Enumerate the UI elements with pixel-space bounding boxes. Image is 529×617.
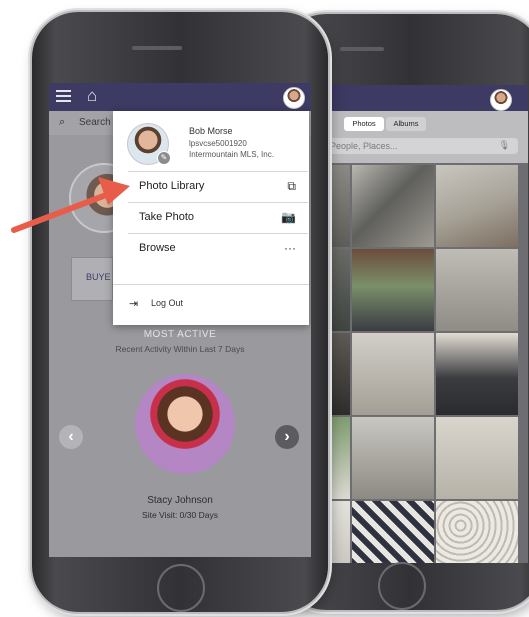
pointer-arrow bbox=[11, 177, 130, 233]
arrow-shaft bbox=[11, 189, 117, 233]
arrow-head bbox=[98, 177, 130, 205]
